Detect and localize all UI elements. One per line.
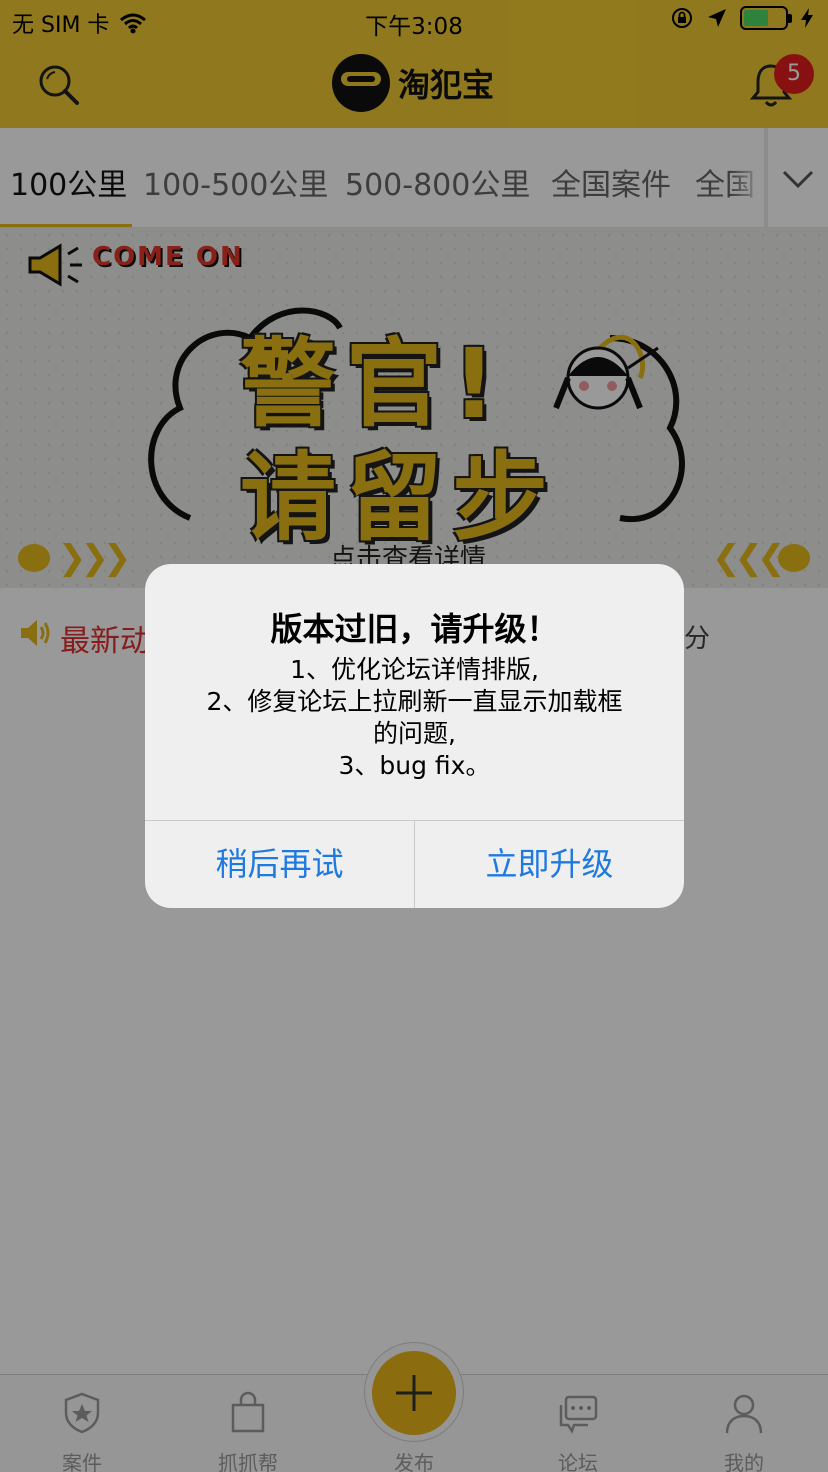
upgrade-alert-dialog: 版本过旧，请升级！ 1、优化论坛详情排版, 2、修复论坛上拉刷新一直显示加载框 …: [145, 564, 684, 908]
alert-message-line: 的问题,: [373, 719, 456, 748]
alert-message-line: 2、修复论坛上拉刷新一直显示加载框: [206, 687, 623, 716]
alert-title: 版本过旧，请升级！: [270, 610, 559, 648]
alert-message: 1、优化论坛详情排版, 2、修复论坛上拉刷新一直显示加载框 的问题, 3、bug…: [175, 654, 654, 782]
try-later-button[interactable]: 稍后再试: [145, 820, 414, 908]
alert-message-line: 3、bug fix。: [338, 751, 491, 780]
alert-message-line: 1、优化论坛详情排版,: [290, 655, 539, 684]
upgrade-now-button[interactable]: 立即升级: [415, 820, 684, 908]
